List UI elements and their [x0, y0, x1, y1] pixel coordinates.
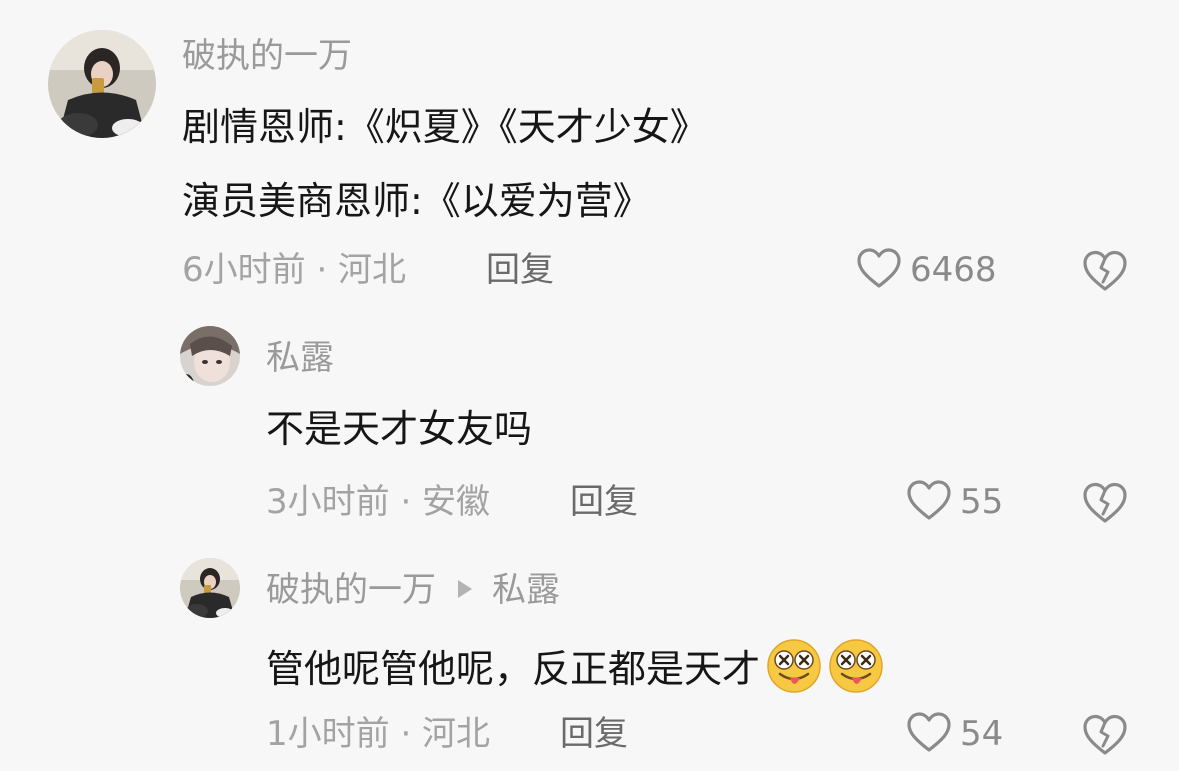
like-count: 6468	[910, 250, 997, 290]
reply-button[interactable]: 回复	[570, 482, 638, 522]
comment-username[interactable]: 破执的一万 私露	[266, 570, 560, 610]
comment-username[interactable]: 私露	[266, 338, 334, 378]
heart-outline-icon	[856, 247, 902, 293]
avatar[interactable]	[180, 326, 240, 386]
dislike-button[interactable]	[1081, 712, 1129, 756]
comment-text-line: 不是天才女友吗	[266, 407, 533, 451]
face-tongue-eyes-emoji	[766, 638, 822, 694]
comment-1: 破执的一万 剧情恩师:《炽夏》《天才少女》 演员美商恩师:《以爱为营》 6小时前…	[0, 0, 1179, 310]
like-count: 55	[960, 482, 1004, 522]
like-button[interactable]: 6468	[856, 247, 997, 293]
comment-text: 管他呢管他呢，反正都是天才	[266, 647, 761, 691]
comment-text-line: 演员美商恩师:《以爱为营》	[182, 179, 651, 223]
avatar[interactable]	[180, 558, 240, 618]
comment-time-location: 3小时前 · 安徽	[266, 482, 491, 522]
comment-time-location: 1小时前 · 河北	[266, 714, 491, 754]
like-button[interactable]: 55	[906, 479, 1003, 525]
broken-heart-icon	[1081, 248, 1129, 292]
heart-outline-icon	[906, 711, 952, 757]
reply-arrow-icon	[458, 580, 472, 598]
broken-heart-icon	[1081, 712, 1129, 756]
author-name[interactable]: 破执的一万	[266, 570, 436, 610]
comment-username[interactable]: 破执的一万	[182, 36, 352, 76]
like-button[interactable]: 54	[906, 711, 1003, 757]
avatar[interactable]	[48, 30, 156, 138]
broken-heart-icon	[1081, 480, 1129, 524]
comment-text-line: 剧情恩师:《炽夏》《天才少女》	[182, 105, 708, 149]
comment-2: 私露 不是天才女友吗 3小时前 · 安徽 回复 55	[0, 310, 1179, 540]
like-count: 54	[960, 714, 1004, 754]
face-tongue-eyes-emoji	[828, 638, 884, 694]
reply-button[interactable]: 回复	[486, 250, 554, 290]
heart-outline-icon	[906, 479, 952, 525]
comment-time-location: 6小时前 · 河北	[182, 250, 407, 290]
reply-button[interactable]: 回复	[560, 714, 628, 754]
comment-3: 破执的一万 私露 管他呢管他呢，反正都是天才 1小时前 · 河北 回复 54	[0, 540, 1179, 771]
reply-to-name[interactable]: 私露	[492, 570, 560, 610]
dislike-button[interactable]	[1081, 248, 1129, 292]
dislike-button[interactable]	[1081, 480, 1129, 524]
comment-text-line: 管他呢管他呢，反正都是天才	[266, 638, 884, 694]
